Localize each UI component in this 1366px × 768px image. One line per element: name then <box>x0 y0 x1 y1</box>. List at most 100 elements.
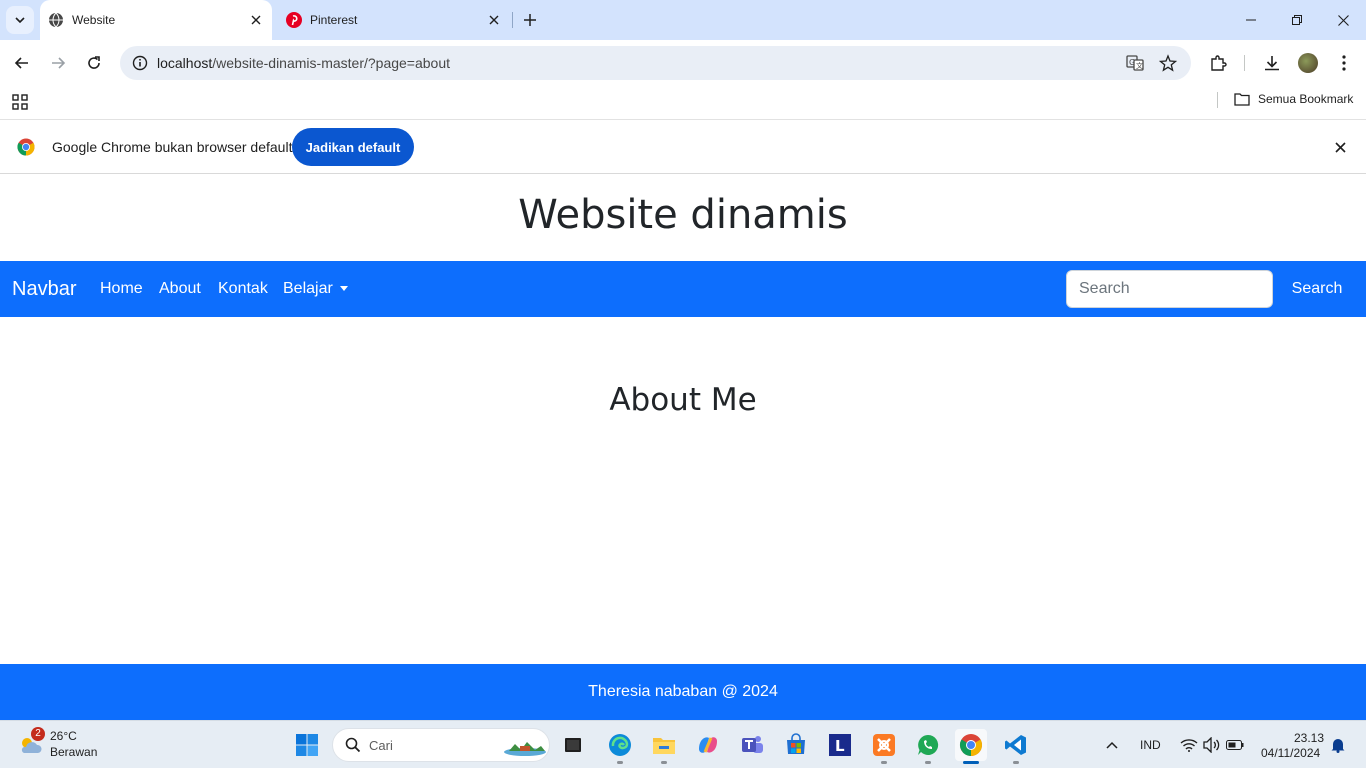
weather-condition: Berawan <box>50 745 98 759</box>
tab-pinterest[interactable]: Pinterest <box>278 0 510 40</box>
plus-icon <box>524 14 536 26</box>
battery-icon[interactable] <box>1219 729 1251 761</box>
kebab-menu-icon <box>1342 55 1346 71</box>
minimize-button[interactable] <box>1228 0 1274 40</box>
tab-strip: Website Pinterest <box>0 0 1366 40</box>
translate-icon[interactable]: G文 <box>1123 51 1147 75</box>
site-title: Website dinamis <box>518 192 848 238</box>
toolbar-divider <box>1244 55 1245 71</box>
reload-button[interactable] <box>80 49 108 77</box>
chrome-icon[interactable] <box>955 729 987 761</box>
all-bookmarks-label: Semua Bookmark <box>1258 92 1354 106</box>
url-host: localhost <box>157 55 213 71</box>
folder-icon <box>1234 93 1250 106</box>
puzzle-icon <box>1211 55 1227 71</box>
apps-grid-icon[interactable] <box>10 92 30 112</box>
input-language[interactable]: IND <box>1140 738 1161 752</box>
navbar: Navbar Home About Kontak Belajar Search <box>0 261 1366 317</box>
arrow-right-icon <box>52 57 66 69</box>
site-info-icon[interactable] <box>128 51 152 75</box>
tab-title: Website <box>72 13 116 27</box>
restore-button[interactable] <box>1274 0 1320 40</box>
store-icon[interactable] <box>780 729 812 761</box>
pinterest-icon <box>286 12 302 28</box>
nav-link-about[interactable]: About <box>159 280 201 298</box>
page-heading: About Me <box>609 382 757 418</box>
notification-bell-icon[interactable] <box>1322 729 1354 761</box>
xampp-icon[interactable] <box>868 729 900 761</box>
tab-search-button[interactable] <box>6 6 34 34</box>
tab-title: Pinterest <box>310 13 358 27</box>
clock-time[interactable]: 23.13 <box>1294 731 1324 745</box>
weather-badge: 2 <box>31 727 45 741</box>
url-text: localhost/website-dinamis-master/?page=a… <box>157 55 450 71</box>
bookmarks-bar: Semua Bookmark <box>0 86 1366 120</box>
make-default-button[interactable]: Jadikan default <box>292 128 414 166</box>
back-button[interactable] <box>8 49 36 77</box>
search-highlight-art-icon <box>504 742 546 756</box>
close-tab-icon[interactable] <box>484 10 504 30</box>
close-tab-icon[interactable] <box>246 10 266 30</box>
file-manager-icon[interactable] <box>557 729 589 761</box>
l-app-icon[interactable]: L <box>824 729 856 761</box>
downloads-button[interactable] <box>1258 49 1286 77</box>
nav-link-home[interactable]: Home <box>100 280 143 298</box>
profile-avatar[interactable] <box>1298 53 1318 73</box>
all-bookmarks-button[interactable]: Semua Bookmark <box>1234 92 1353 106</box>
infobar-close-button[interactable] <box>1330 137 1350 157</box>
forward-button[interactable] <box>44 49 72 77</box>
chrome-logo-icon <box>17 138 35 156</box>
infobar-message: Google Chrome bukan browser default <box>52 139 293 155</box>
running-indicator <box>661 761 667 764</box>
taskbar: 2 26°C Berawan Cari L IND 23.13 04/11/20… <box>0 720 1366 768</box>
running-indicator <box>617 761 623 764</box>
chevron-down-icon <box>15 17 25 24</box>
url-path: /website-dinamis-master/?page=about <box>212 55 451 71</box>
tab-divider <box>512 12 513 28</box>
running-indicator <box>925 761 931 764</box>
svg-text:文: 文 <box>1136 61 1143 70</box>
svg-text:L: L <box>835 737 845 755</box>
navbar-brand[interactable]: Navbar <box>12 278 76 301</box>
search-button[interactable]: Search <box>1281 270 1353 308</box>
nav-dropdown-label: Belajar <box>283 280 333 297</box>
caret-down-icon <box>339 286 348 292</box>
teams-icon[interactable] <box>736 729 768 761</box>
web-page: Website dinamis Navbar Home About Kontak… <box>0 174 1366 720</box>
close-icon <box>1337 14 1349 26</box>
search-icon <box>345 737 361 753</box>
bookmark-star-icon[interactable] <box>1156 51 1180 75</box>
windows-start-icon[interactable] <box>291 729 323 761</box>
active-app-indicator <box>963 761 979 764</box>
nav-link-kontak[interactable]: Kontak <box>218 280 268 298</box>
extensions-button[interactable] <box>1204 49 1232 77</box>
vscode-icon[interactable] <box>1000 729 1032 761</box>
search-input[interactable] <box>1066 270 1273 308</box>
minimize-icon <box>1246 19 1256 21</box>
default-browser-infobar: Google Chrome bukan browser default Jadi… <box>0 120 1366 174</box>
globe-icon <box>48 12 64 28</box>
whatsapp-icon[interactable] <box>912 729 944 761</box>
taskbar-search-label: Cari <box>369 738 393 753</box>
close-window-button[interactable] <box>1320 0 1366 40</box>
show-hidden-icons-chevron-up-icon[interactable] <box>1096 729 1128 761</box>
tab-website[interactable]: Website <box>40 0 272 40</box>
copilot-icon[interactable] <box>692 729 724 761</box>
footer: Theresia nababan @ 2024 <box>0 664 1366 720</box>
running-indicator <box>881 761 887 764</box>
download-icon <box>1265 56 1279 71</box>
edge-icon[interactable] <box>604 729 636 761</box>
reload-icon <box>88 56 100 69</box>
taskbar-search[interactable]: Cari <box>332 728 550 762</box>
folder-icon[interactable] <box>648 729 680 761</box>
close-icon <box>1334 141 1346 153</box>
weather-widget[interactable]: 2 26°C Berawan <box>16 727 116 763</box>
footer-text: Theresia nababan @ 2024 <box>588 683 778 700</box>
weather-temp: 26°C <box>50 729 77 743</box>
new-tab-button[interactable] <box>518 8 542 32</box>
address-bar[interactable]: localhost/website-dinamis-master/?page=a… <box>120 46 1191 80</box>
nav-dropdown-belajar[interactable]: Belajar <box>283 280 348 298</box>
menu-button[interactable] <box>1330 49 1358 77</box>
arrow-left-icon <box>14 57 28 69</box>
clock-date[interactable]: 04/11/2024 <box>1261 746 1320 760</box>
